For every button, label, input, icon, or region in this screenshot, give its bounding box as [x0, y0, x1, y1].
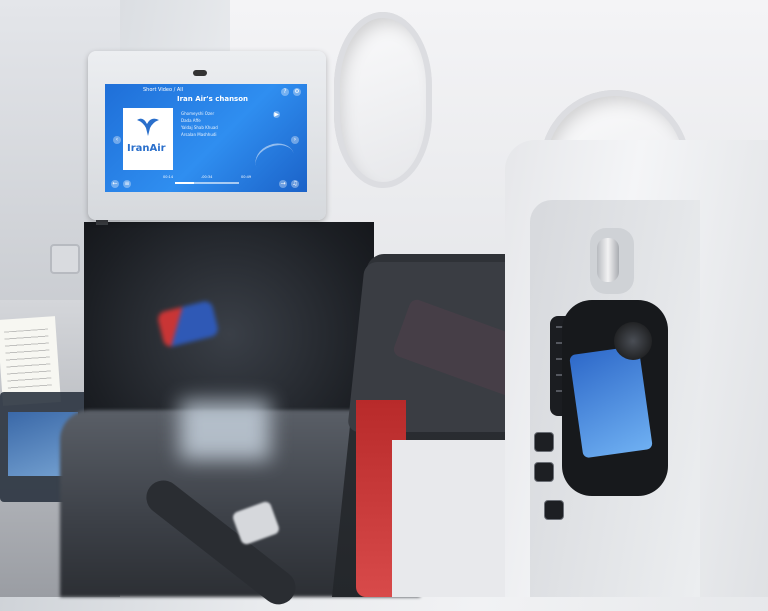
ife-track-item[interactable]: Arsalan Mashhudi	[181, 133, 217, 137]
reading-light-button[interactable]	[50, 244, 80, 274]
monitor-camera	[193, 70, 207, 76]
chevron-left-icon[interactable]: ‹	[113, 136, 121, 144]
usb-port[interactable]	[534, 462, 554, 482]
headphone-jack[interactable]	[534, 432, 554, 452]
ife-track-item[interactable]: Yaldaj Shab Khuad	[181, 126, 218, 130]
question-icon[interactable]: ?	[281, 88, 289, 96]
ife-time-remaining: -00:34	[201, 175, 213, 179]
ife-breadcrumb[interactable]: Short Video / All	[143, 88, 183, 93]
forward-icon[interactable]: →	[279, 180, 287, 188]
power-outlet[interactable]	[544, 500, 564, 520]
iranair-logo-text: IranAir	[127, 143, 166, 154]
back-icon[interactable]: ←	[111, 180, 119, 188]
cabin-window-front	[334, 12, 432, 188]
ife-screen[interactable]: Short Video / All Iran Air's chanson Gho…	[105, 84, 307, 192]
decorative-swirl	[250, 138, 300, 182]
chevron-right-icon[interactable]: ›	[291, 136, 299, 144]
ife-progress-fill	[175, 182, 195, 184]
ife-remote-dial[interactable]	[614, 322, 652, 360]
ife-time-start: 00:14	[163, 175, 174, 179]
volume-icon[interactable]: ♫	[291, 180, 299, 188]
ife-track-item[interactable]: Ghomeyshi Ozer	[181, 112, 214, 116]
menu-icon[interactable]: ≡	[123, 180, 131, 188]
ife-page-title: Iran Air's chanson	[177, 95, 249, 103]
safety-card-text	[3, 328, 53, 392]
sunlight-patch	[180, 400, 270, 460]
homa-bird-icon	[137, 118, 159, 136]
ife-remote-screen[interactable]	[569, 345, 653, 459]
coat-hook-knob[interactable]	[597, 238, 619, 282]
gear-icon[interactable]: ⚙	[293, 88, 301, 96]
ife-track-item[interactable]: Dada Affe	[181, 119, 201, 123]
play-icon[interactable]: ▶	[273, 111, 280, 118]
console-side-edge	[392, 440, 512, 597]
ife-time-end: 00:49	[241, 175, 252, 179]
